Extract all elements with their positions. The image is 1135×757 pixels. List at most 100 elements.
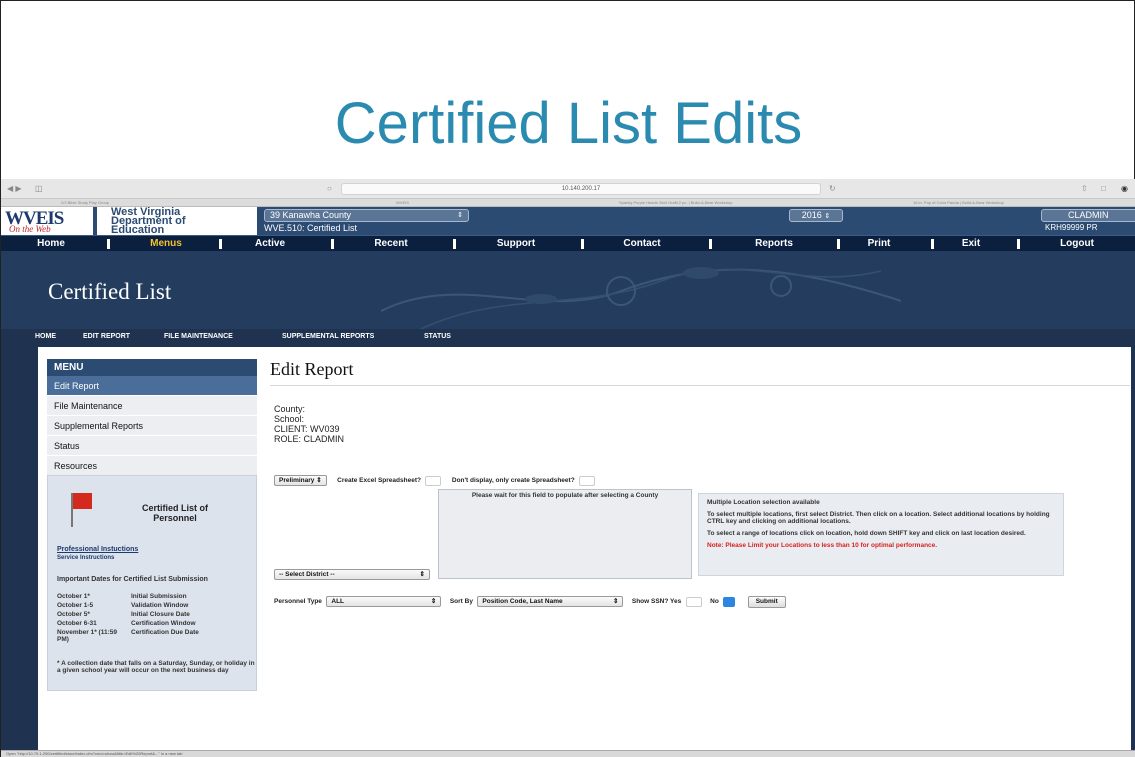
report-type-select[interactable]: Preliminary ⇕ xyxy=(274,475,327,487)
tab[interactable]: 16 in. Pop of Color Panda | Build-A-Bear… xyxy=(913,200,1004,205)
subnav-status[interactable]: STATUS xyxy=(424,333,451,340)
reload-icon[interactable]: ↻ xyxy=(829,183,836,194)
no-display-label: Don't display, only create Spreadsheet? xyxy=(451,477,575,485)
date-row: October 1* Initial Submission xyxy=(57,593,187,600)
flag-icon xyxy=(73,493,92,509)
subnav-edit-report[interactable]: EDIT REPORT xyxy=(83,333,130,340)
county-label: County: xyxy=(274,404,306,414)
nav-separator xyxy=(1017,239,1020,249)
slide-title: Certified List Edits xyxy=(334,91,803,156)
select-arrow-icon: ⇕ xyxy=(612,598,619,606)
cert-box-title: Certified List of Personnel xyxy=(141,503,208,523)
service-instructions-link[interactable]: Service Instructions xyxy=(57,555,114,561)
dept-line: Education xyxy=(111,224,165,236)
nav-active[interactable]: Active xyxy=(245,237,295,251)
ssn-yes-checkbox[interactable] xyxy=(685,596,702,607)
date-event: Initial Submission xyxy=(131,593,187,600)
nav-separator xyxy=(709,239,712,249)
nav-contact[interactable]: Contact xyxy=(607,237,677,251)
date-row: October 5* Initial Closure Date xyxy=(57,611,190,618)
user-select[interactable]: CLADMIN xyxy=(1041,209,1135,222)
date-event: Certification Window xyxy=(131,620,196,627)
ssn-no-checkbox[interactable] xyxy=(723,596,736,607)
back-forward-icon[interactable]: ◀ ▶ xyxy=(7,183,22,194)
nav-separator xyxy=(931,239,934,249)
nav-separator xyxy=(219,239,222,249)
main-content: Edit Report County: School: CLIENT: WV03… xyxy=(270,359,1130,608)
note-paragraph: To select multiple locations, first sele… xyxy=(707,511,1050,525)
district-select-box[interactable]: -- Select District -- ⇕ xyxy=(274,569,430,581)
page-heading: Edit Report xyxy=(270,359,1130,386)
sidebar-item-edit-report[interactable]: Edit Report xyxy=(47,376,257,396)
client-label: CLIENT: WV039 xyxy=(274,424,340,434)
location-listbox[interactable]: Please wait for this field to populate a… xyxy=(438,489,692,579)
county-select[interactable]: 39 Kanawha County ⇕ xyxy=(264,209,469,222)
date-label: November 1* (11:59 PM) xyxy=(57,629,117,643)
sidebar-icon[interactable]: ◫ xyxy=(35,183,43,194)
select-arrow-icon: ⇕ xyxy=(430,598,437,606)
nav-separator xyxy=(331,239,334,249)
nav-logout[interactable]: Logout xyxy=(1047,237,1107,251)
wveis-logo[interactable]: WVEIS On the Web xyxy=(1,207,93,235)
personnel-type-value: ALL xyxy=(331,598,345,606)
sort-select[interactable]: Position Code, Last Name ⇕ xyxy=(477,596,624,608)
county-select-value: 39 Kanawha County xyxy=(270,210,352,220)
year-select-value: 2016 xyxy=(801,210,822,220)
sidebar-item-file-maintenance[interactable]: File Maintenance xyxy=(47,396,257,416)
tab[interactable]: 2/3 Bible Study Play Group xyxy=(61,200,109,205)
subnav-file-maintenance[interactable]: FILE MAINTENANCE xyxy=(164,333,233,340)
select-arrow-icon: ⇕ xyxy=(824,213,831,220)
nav-print[interactable]: Print xyxy=(859,237,899,251)
date-row: October 6-31 Certification Window xyxy=(57,620,196,627)
nav-reports[interactable]: Reports xyxy=(739,237,809,251)
date-event: Validation Window xyxy=(131,602,189,609)
location-placeholder: Please wait for this field to populate a… xyxy=(471,492,659,499)
sort-value: Position Code, Last Name xyxy=(482,598,563,606)
location-help-note: Multiple Location selection available To… xyxy=(698,493,1064,576)
excel-checkbox[interactable] xyxy=(425,475,442,486)
tab[interactable]: Sparkly Purple Hearts Skirt Outfit 2 pc.… xyxy=(619,200,732,205)
no-display-checkbox[interactable] xyxy=(579,475,596,486)
professional-instructions-link[interactable]: Professional Instuctions xyxy=(57,546,138,553)
address-bar[interactable]: 10.140.200.17 xyxy=(341,183,821,195)
page-code: WVE.510: Certified List xyxy=(264,223,358,233)
nav-exit[interactable]: Exit xyxy=(951,237,991,251)
ssn-label: Show SSN? Yes xyxy=(631,598,682,606)
sidebar-item-status[interactable]: Status xyxy=(47,436,257,456)
slide: Certified List Edits ◀ ▶ ◫ ○ 10.140.200.… xyxy=(0,0,1135,757)
submit-button[interactable]: Submit xyxy=(747,595,786,608)
tabs-icon[interactable]: □ xyxy=(1101,183,1106,194)
browser-status-bar: Open "http://10.79.1.200/certified/store… xyxy=(1,750,1135,757)
nav-support[interactable]: Support xyxy=(481,237,551,251)
nav-menus[interactable]: Menus xyxy=(131,237,201,251)
date-row: October 1-5 Validation Window xyxy=(57,602,188,609)
personnel-type-select[interactable]: ALL ⇕ xyxy=(326,596,442,608)
subnav-supplemental-reports[interactable]: SUPPLEMENTAL REPORTS xyxy=(282,333,374,340)
report-type-value: Preliminary xyxy=(279,477,315,485)
date-footnote: * A collection date that falls on a Satu… xyxy=(57,660,255,674)
user-id: KRH99999 PR xyxy=(1045,223,1098,232)
report-options-row: Preliminary ⇕ Create Excel Spreadsheet? … xyxy=(274,472,596,487)
nav-separator xyxy=(453,239,456,249)
district-select-value: -- Select District -- xyxy=(279,571,335,579)
share-icon[interactable]: ⇧ xyxy=(1081,183,1088,194)
note-title: Multiple Location selection available xyxy=(707,499,820,506)
nav-home[interactable]: Home xyxy=(21,237,81,251)
nav-recent[interactable]: Recent xyxy=(356,237,426,251)
district-select[interactable]: -- Select District -- ⇕ xyxy=(274,566,430,584)
top-nav: Home Menus Active Recent Support Contact… xyxy=(1,235,1135,251)
school-label: School: xyxy=(274,414,305,424)
sidebar-item-resources[interactable]: Resources xyxy=(47,456,257,476)
sidebar-item-supplemental-reports[interactable]: Supplemental Reports xyxy=(47,416,257,436)
subnav-home[interactable]: HOME xyxy=(35,333,56,340)
nav-separator xyxy=(581,239,584,249)
certified-list-info-box: Certified List of Personnel Professional… xyxy=(47,475,257,691)
banner: Certified List xyxy=(1,251,1135,329)
sort-label: Sort By xyxy=(449,598,473,606)
menu-title: MENU xyxy=(47,359,257,376)
sidebar-menu: MENU Edit Report File Maintenance Supple… xyxy=(47,359,257,476)
tab[interactable]: WVEIS xyxy=(396,200,409,205)
year-select[interactable]: 2016 ⇕ xyxy=(789,209,843,222)
download-icon[interactable]: ◉ xyxy=(1121,183,1128,194)
reader-icon[interactable]: ○ xyxy=(327,183,332,194)
